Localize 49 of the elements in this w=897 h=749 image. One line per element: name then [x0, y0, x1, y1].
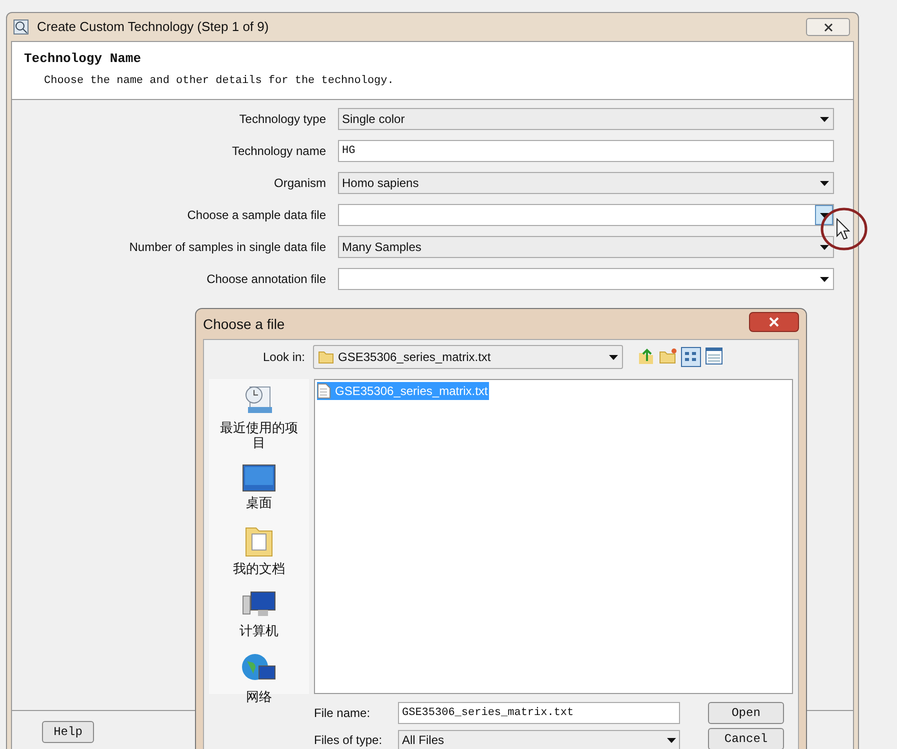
field-label: Choose annotation file [206, 271, 327, 288]
dialog-title: Choose a file [203, 314, 285, 334]
header-subtitle: Choose the name and other details for the technology. [43, 74, 395, 88]
caret-icon [667, 738, 676, 742]
place-item[interactable]: 桌面 [217, 464, 301, 510]
up-folder-icon[interactable] [637, 347, 655, 365]
details-view-icon[interactable] [705, 347, 723, 365]
caret-icon [820, 276, 828, 282]
dialog-button[interactable]: Cancel [708, 728, 784, 749]
field-label: Technology name [230, 143, 327, 160]
header-title: Technology Name [24, 50, 142, 68]
caret-icon [609, 354, 618, 360]
place-item[interactable]: 最近使用的项目 [217, 383, 301, 450]
close-button[interactable] [806, 18, 850, 36]
text-field[interactable]: HG [338, 140, 834, 162]
text-file-icon [317, 383, 331, 399]
caret-icon [820, 212, 828, 218]
look-in-label: Look in: [262, 349, 306, 366]
place-item[interactable]: 我的文档 [217, 524, 301, 576]
file-type-label: Files of type: [314, 732, 384, 749]
dialog-button[interactable]: Open [708, 702, 784, 724]
field-label: Choose a sample data file [186, 207, 327, 224]
help-button[interactable]: Help [42, 721, 94, 743]
file-type-dropdown[interactable]: All Files [398, 730, 680, 749]
place-item[interactable]: 计算机 [217, 590, 301, 638]
app-icon [13, 19, 29, 35]
caret-icon [820, 180, 828, 186]
place-item[interactable]: 网络 [217, 652, 301, 704]
file-name-field[interactable]: GSE35306_series_matrix.txt [398, 702, 680, 724]
dropdown[interactable]: Homo sapiens [338, 172, 834, 194]
look-in-dropdown[interactable]: GSE35306_series_matrix.txt [313, 345, 623, 369]
desktop-icon [242, 464, 276, 492]
dropdown[interactable]: Single color [338, 108, 834, 130]
close-icon [824, 22, 832, 32]
field-label: Technology type [238, 111, 327, 128]
field-label: Number of samples in single data file [128, 239, 327, 256]
highlight-circle [820, 207, 868, 251]
list-view-icon[interactable] [681, 347, 701, 367]
caret-icon [820, 116, 828, 122]
caret-icon [820, 244, 828, 250]
field-label: Organism [272, 175, 327, 192]
dropdown[interactable]: Many Samples [338, 236, 834, 258]
window-title: Create Custom Technology (Step 1 of 9) [37, 18, 269, 36]
close-button[interactable] [749, 312, 799, 332]
folder-icon [318, 349, 334, 365]
file-name-label: File name: [314, 705, 372, 722]
cursor-icon [836, 218, 850, 240]
close-icon [769, 317, 779, 327]
new-folder-icon[interactable] [659, 347, 677, 365]
